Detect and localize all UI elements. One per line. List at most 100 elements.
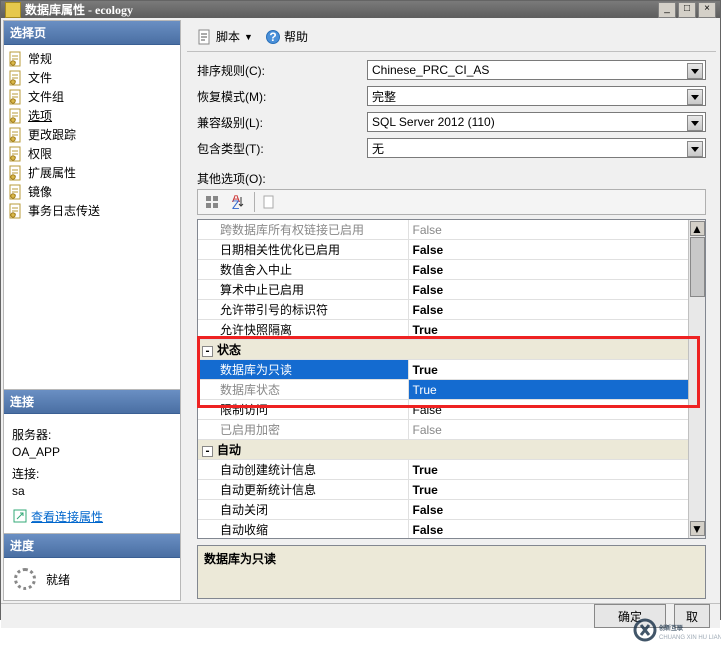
containment-select[interactable]: 无: [367, 138, 706, 158]
grid-property-value[interactable]: False: [408, 500, 705, 520]
sidebar-item-4[interactable]: 更改跟踪: [6, 125, 178, 144]
help-button[interactable]: ? 帮助: [259, 26, 314, 47]
progress-status: 就绪: [46, 571, 70, 588]
scroll-down-button[interactable]: ▼: [690, 521, 705, 536]
sort-az-icon: AZ: [231, 195, 245, 209]
connection-header: 连接: [4, 390, 180, 414]
page-icon: [8, 146, 24, 162]
server-label: 服务器:: [12, 426, 172, 443]
sort-button[interactable]: AZ: [226, 192, 250, 212]
grid-extra-button[interactable]: [257, 192, 281, 212]
grid-property-name: 数据库状态: [198, 380, 408, 400]
grid-property-name: 跨数据库所有权链接已启用: [198, 220, 408, 240]
other-options-label: 其他选项(O):: [187, 164, 716, 189]
page-icon: [8, 108, 24, 124]
connection-value: sa: [12, 484, 172, 498]
grid-property-name: 日期相关性优化已启用: [198, 240, 408, 260]
grid-property-value[interactable]: True: [408, 480, 705, 500]
window-title: 数据库属性 - ecology: [25, 1, 656, 18]
grid-property-value[interactable]: False: [408, 280, 705, 300]
collation-select[interactable]: Chinese_PRC_CI_AS: [367, 60, 706, 80]
maximize-button[interactable]: □: [678, 2, 696, 18]
grid-row[interactable]: 自动收缩False: [198, 520, 705, 540]
compat-label: 兼容级别(L):: [197, 114, 367, 131]
grid-category-label: 自动: [217, 443, 241, 457]
svg-text:Z: Z: [232, 198, 239, 209]
page-icon: [8, 165, 24, 181]
scroll-thumb[interactable]: [690, 237, 705, 297]
description-panel: 数据库为只读: [197, 545, 706, 599]
view-connection-properties-link[interactable]: 查看连接属性: [12, 508, 103, 525]
grid-row[interactable]: 自动创建统计信息True: [198, 460, 705, 480]
grid-property-value[interactable]: True▼: [408, 380, 705, 400]
sidebar-item-7[interactable]: 镜像: [6, 182, 178, 201]
collapse-icon[interactable]: -: [202, 346, 213, 357]
grid-property-value[interactable]: False: [408, 520, 705, 540]
categorize-icon: [205, 195, 219, 209]
sidebar-item-2[interactable]: 文件组: [6, 87, 178, 106]
grid-scrollbar[interactable]: ▲ ▼: [688, 220, 705, 538]
page-icon: [8, 89, 24, 105]
close-button[interactable]: ×: [698, 2, 716, 18]
grid-row[interactable]: 自动关闭False: [198, 500, 705, 520]
grid-row[interactable]: 日期相关性优化已启用False: [198, 240, 705, 260]
scroll-up-button[interactable]: ▲: [690, 221, 705, 236]
grid-property-value[interactable]: True: [408, 360, 705, 380]
titlebar[interactable]: 数据库属性 - ecology _ □ ×: [1, 1, 720, 18]
recovery-select[interactable]: 完整: [367, 86, 706, 106]
grid-property-value[interactable]: False: [408, 240, 705, 260]
grid-property-value[interactable]: True: [408, 320, 705, 340]
sidebar-item-0[interactable]: 常规: [6, 49, 178, 68]
grid-row[interactable]: 已启用加密False: [198, 420, 705, 440]
grid-property-name: 已启用加密: [198, 420, 408, 440]
script-icon: [197, 29, 213, 45]
grid-property-value[interactable]: False: [408, 300, 705, 320]
grid-row[interactable]: 允许快照隔离True: [198, 320, 705, 340]
grid-property-name: 允许带引号的标识符: [198, 300, 408, 320]
sidebar-item-8[interactable]: 事务日志传送: [6, 201, 178, 220]
main-toolbar: 脚本 ▼ ? 帮助: [187, 22, 716, 52]
ok-button[interactable]: 确定: [594, 604, 666, 628]
sidebar-item-3[interactable]: 选项: [6, 106, 178, 125]
grid-property-value[interactable]: False: [408, 400, 705, 420]
sidebar-item-1[interactable]: 文件: [6, 68, 178, 87]
grid-category-row[interactable]: -状态: [198, 340, 705, 360]
grid-row[interactable]: 自动更新统计信息True: [198, 480, 705, 500]
progress-spinner-icon: [14, 568, 36, 590]
description-title: 数据库为只读: [204, 550, 699, 567]
dropdown-arrow-icon: ▼: [244, 32, 253, 42]
sidebar-item-label: 扩展属性: [28, 164, 76, 181]
compat-select[interactable]: SQL Server 2012 (110): [367, 112, 706, 132]
categorize-button[interactable]: [200, 192, 224, 212]
collapse-icon[interactable]: -: [202, 446, 213, 457]
grid-row[interactable]: 算术中止已启用False: [198, 280, 705, 300]
progress-header: 进度: [4, 534, 180, 558]
page-icon: [8, 203, 24, 219]
sidebar-item-label: 更改跟踪: [28, 126, 76, 143]
grid-property-value[interactable]: True: [408, 460, 705, 480]
dialog-body: 选择页 常规文件文件组选项更改跟踪权限扩展属性镜像事务日志传送 连接 服务器: …: [1, 18, 720, 603]
grid-property-name: 允许快照隔离: [198, 320, 408, 340]
grid-property-value[interactable]: False: [408, 260, 705, 280]
grid-property-name: 自动创建统计信息: [198, 460, 408, 480]
grid-property-value[interactable]: False: [408, 220, 705, 240]
page-list: 常规文件文件组选项更改跟踪权限扩展属性镜像事务日志传送: [4, 45, 180, 224]
grid-property-value[interactable]: False: [408, 420, 705, 440]
script-button[interactable]: 脚本 ▼: [191, 26, 259, 47]
grid-row[interactable]: 限制访问False: [198, 400, 705, 420]
grid-row[interactable]: 数据库状态True▼: [198, 380, 705, 400]
grid-row[interactable]: 数据库为只读True: [198, 360, 705, 380]
grid-row[interactable]: 数值舍入中止False: [198, 260, 705, 280]
sidebar-item-5[interactable]: 权限: [6, 144, 178, 163]
form-area: 排序规则(C): Chinese_PRC_CI_AS 恢复模式(M): 完整 兼…: [187, 52, 716, 164]
cancel-button[interactable]: 取: [674, 604, 710, 628]
sidebar-item-6[interactable]: 扩展属性: [6, 163, 178, 182]
grid-row[interactable]: 允许带引号的标识符False: [198, 300, 705, 320]
minimize-button[interactable]: _: [658, 2, 676, 18]
grid-row[interactable]: 跨数据库所有权链接已启用False: [198, 220, 705, 240]
svg-text:CHUANG XIN HU LIAN: CHUANG XIN HU LIAN: [659, 635, 721, 641]
dialog-window: 数据库属性 - ecology _ □ × 选择页 常规文件文件组选项更改跟踪权…: [0, 0, 721, 620]
property-grid: 跨数据库所有权链接已启用False日期相关性优化已启用False数值舍入中止Fa…: [197, 219, 706, 539]
grid-category-row[interactable]: -自动: [198, 440, 705, 460]
server-value: OA_APP: [12, 445, 172, 459]
